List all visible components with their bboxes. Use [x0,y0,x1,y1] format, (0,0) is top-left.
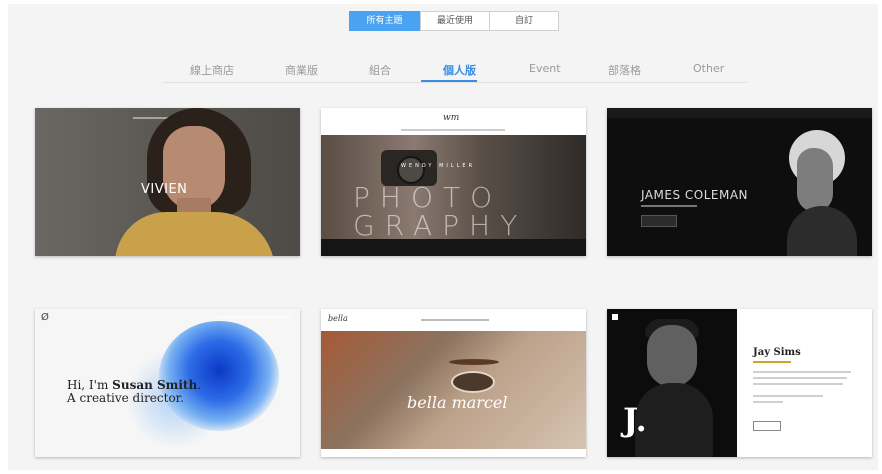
template-logo: wm [443,113,460,123]
category-other[interactable]: Other [693,62,724,75]
template-card-james-coleman[interactable]: JAMES COLEMAN [607,108,872,256]
text-line [753,377,847,379]
template-footer [321,239,586,256]
template-nav-bar [217,316,291,318]
hero-text: PHOTO GRAPHY [353,184,527,240]
portrait-brow [449,359,499,365]
template-nav-bar [421,319,489,321]
template-title: VIVIEN [141,182,188,197]
active-tab-underline [421,80,477,82]
hero-text-line-2: GRAPHY [353,209,528,242]
category-blog[interactable]: 部落格 [608,62,641,78]
category-portfolio[interactable]: 組合 [369,62,391,78]
portrait-face [647,325,697,387]
menu-icon [612,314,618,320]
hero-photo [321,331,586,449]
intro-name: Susan Smith [112,378,198,392]
theme-filter-control: 所有主題 最近使用 自訂 [349,11,559,31]
template-logo: Ø [41,312,49,323]
text-line [753,371,851,373]
portrait-shirt [115,212,275,256]
template-header [607,108,872,118]
category-tabs: 線上商店 商業版 組合 個人版 Event 部落格 Other [163,58,747,83]
template-accent-line [753,361,791,363]
intro-prefix: Hi, I'm [67,378,113,392]
category-online-store[interactable]: 線上商店 [190,62,234,78]
portrait-shoulders [787,206,857,256]
template-title: Jay Sims [753,347,801,358]
template-intro: Hi, I'm Susan Smith. A creative director… [67,379,207,405]
template-monogram: J. [623,401,647,439]
template-cta-button [641,215,677,227]
tab-all-themes[interactable]: 所有主題 [349,11,420,31]
template-card-vivien[interactable]: VIVIEN [35,108,300,256]
template-title: JAMES COLEMAN [641,188,749,202]
template-script-title: bella marcel [407,393,508,412]
template-card-jay-sims[interactable]: J. Jay Sims [607,309,872,457]
template-name: WENDY MILLER [401,163,476,169]
camera-lens [397,156,425,184]
template-nav-bar [401,129,505,131]
ink-cloud [159,321,279,431]
template-subtitle-line [641,205,697,207]
template-logo: bella [328,314,348,323]
portrait-eye [451,371,495,393]
template-card-photography[interactable]: wm WENDY MILLER PHOTO GRAPHY [321,108,586,256]
tab-custom[interactable]: 自訂 [489,11,559,31]
template-cta-button [753,421,781,431]
template-card-bella-marcel[interactable]: bella bella marcel [321,309,586,457]
template-card-susan-smith[interactable]: Ø Hi, I'm Susan Smith. A creative direct… [35,309,300,457]
text-line [753,401,783,403]
text-line [753,395,823,397]
text-line [753,383,843,385]
category-personal[interactable]: 個人版 [443,62,476,78]
category-event[interactable]: Event [529,62,561,75]
tab-recently-used[interactable]: 最近使用 [420,11,490,31]
category-business[interactable]: 商業版 [285,62,318,78]
hero-text-line-1: PHOTO [353,181,503,214]
portrait-face [797,148,833,212]
